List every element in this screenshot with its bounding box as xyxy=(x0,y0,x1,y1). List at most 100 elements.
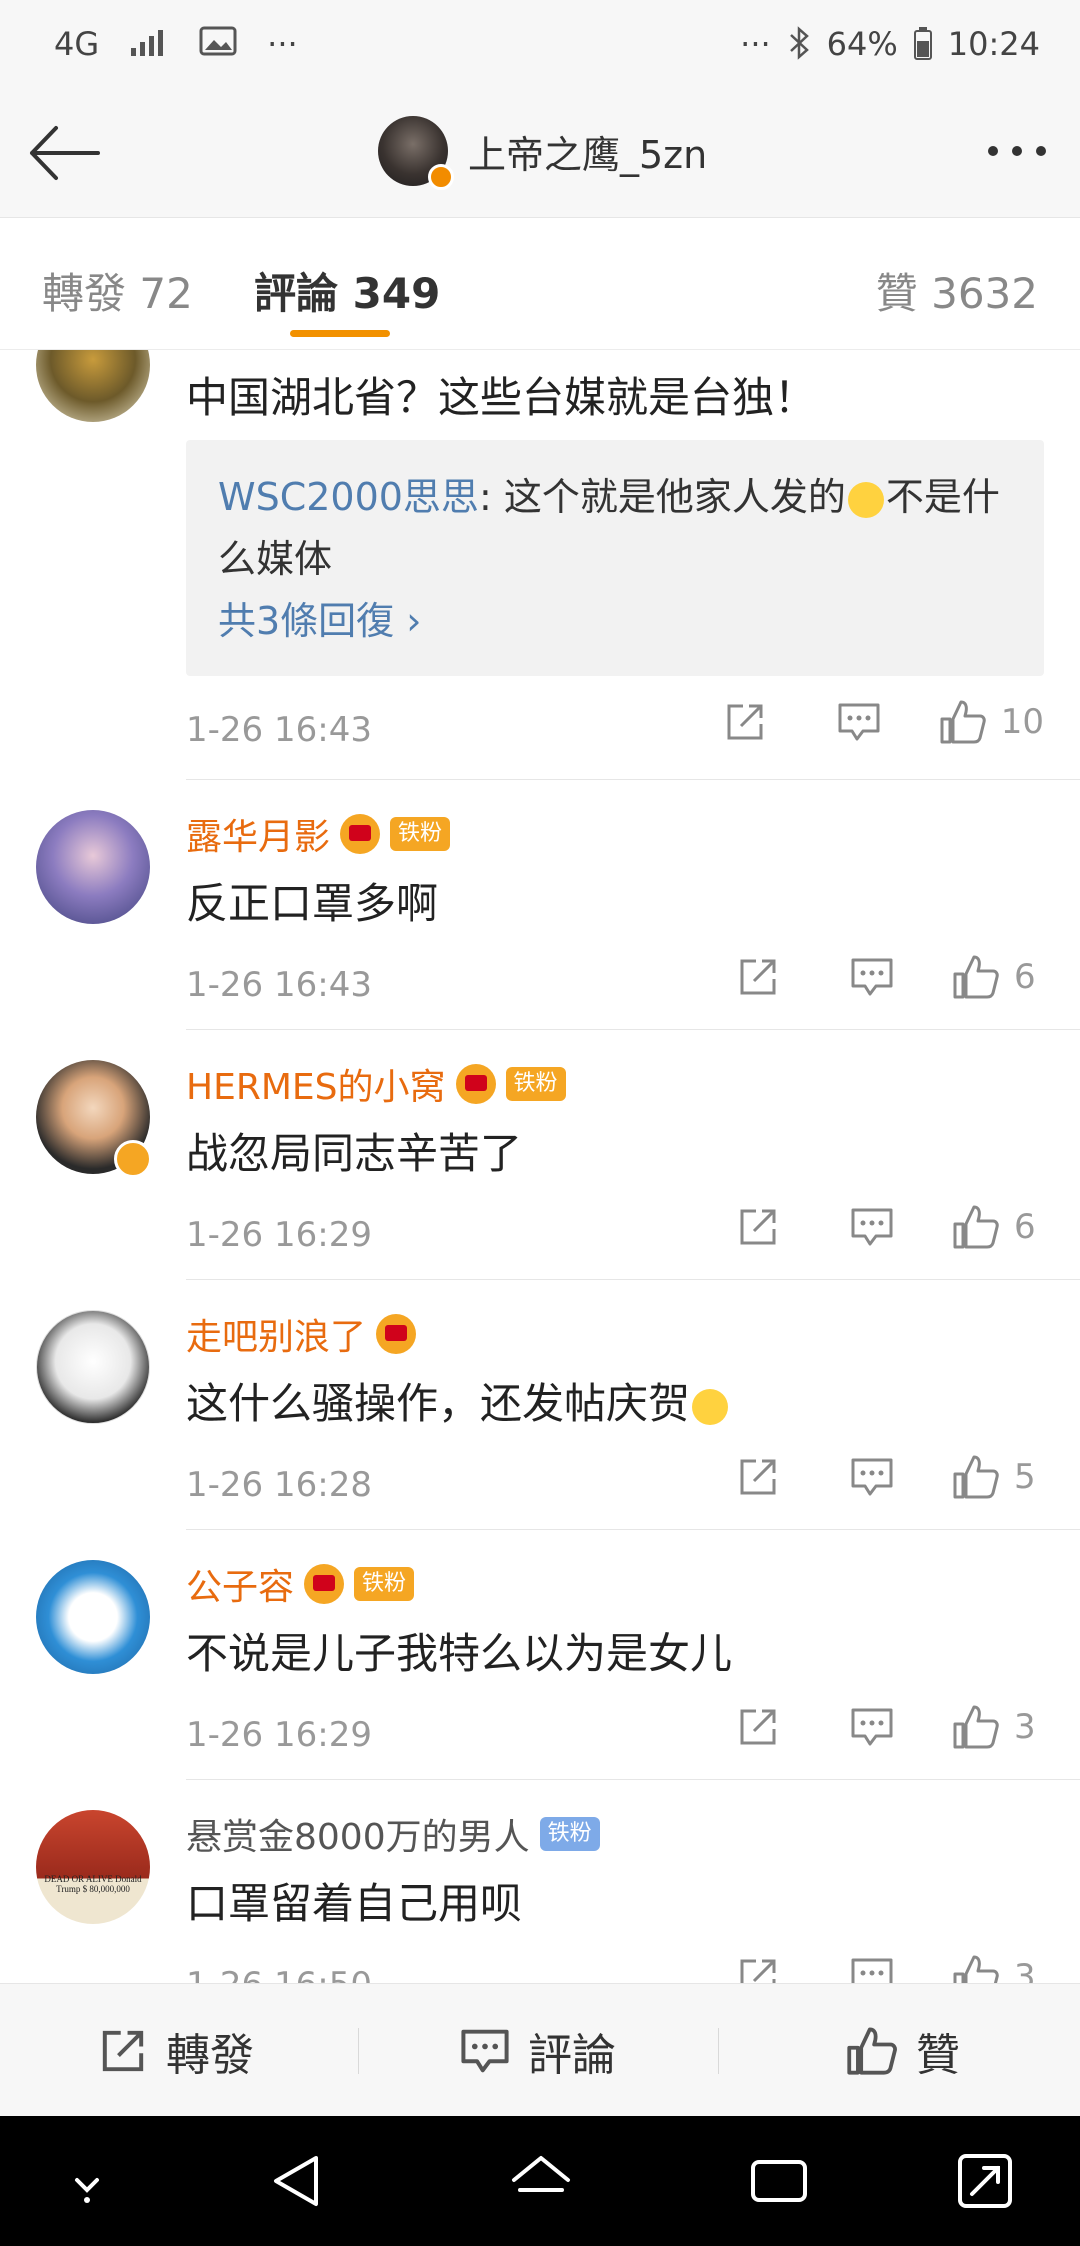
reply-icon[interactable] xyxy=(832,1703,912,1751)
username-text: 露华月影 xyxy=(186,817,331,858)
tab-likes[interactable]: 贊 3632 xyxy=(876,260,1038,321)
divider xyxy=(718,2028,719,2074)
avatar[interactable] xyxy=(36,1310,150,1424)
comment-time: 1-26 16:28 xyxy=(186,1465,372,1505)
like-icon[interactable] xyxy=(946,1203,1006,1251)
header-user[interactable]: 上帝之鹰_5zn xyxy=(378,116,707,190)
like-count: 6 xyxy=(1014,957,1036,997)
comment-text: 这什么骚操作，还发帖庆贺 xyxy=(186,1370,730,1431)
laughing-emoji-icon xyxy=(692,1388,729,1425)
active-tab-indicator xyxy=(290,330,390,337)
hide-keyboard-icon[interactable] xyxy=(52,2150,122,2212)
comment-username[interactable]: 公子容 铁粉 xyxy=(186,1558,415,1610)
repost-label: 轉發 xyxy=(166,2029,254,2081)
comment-item: 中国湖北省？这些台媒就是台独！ WSC2000思思: 这个就是他家人发的 不是什么… xyxy=(0,350,1080,780)
avatar[interactable] xyxy=(36,1560,150,1674)
share-icon[interactable] xyxy=(705,698,785,746)
like-icon[interactable] xyxy=(933,698,993,746)
like-icon[interactable] xyxy=(946,953,1006,1001)
crown-icon xyxy=(376,1314,417,1354)
comment-item: HERMES的小窝 铁粉 战忽局同志辛苦了 1-26 16:29 6 xyxy=(0,1030,1080,1280)
battery-icon xyxy=(913,26,932,62)
avatar[interactable] xyxy=(378,116,454,190)
like-count: 6 xyxy=(1014,1207,1036,1247)
divider xyxy=(358,2028,359,2074)
repost-button[interactable]: 轉發 xyxy=(98,1984,254,2117)
comment-list[interactable]: 中国湖北省？这些台媒就是台独！ WSC2000思思: 这个就是他家人发的 不是什么… xyxy=(0,350,1080,1983)
bottom-action-bar: 轉發 評論 贊 xyxy=(0,1983,1080,2116)
view-replies-link[interactable]: 共3條回復 › xyxy=(218,599,421,643)
share-icon[interactable] xyxy=(718,1453,798,1501)
like-label: 贊 xyxy=(916,2029,960,2081)
network-type: 4G xyxy=(54,25,100,63)
comment-actions: 6 xyxy=(684,953,1044,1001)
comment-username[interactable]: 走吧别浪了 xyxy=(186,1308,417,1360)
recents-nav-icon[interactable] xyxy=(744,2150,814,2212)
fan-badge: 铁粉 xyxy=(354,1567,415,1601)
reply-icon[interactable] xyxy=(832,1203,912,1251)
overflow-icon: ··· xyxy=(740,25,771,63)
avatar[interactable] xyxy=(36,810,150,924)
share-icon[interactable] xyxy=(718,1953,798,1983)
comment-time: 1-26 16:43 xyxy=(186,710,372,750)
comment-item: DEAD OR ALIVE Donald Trump $ 80,000,000 … xyxy=(0,1780,1080,1983)
more-options-icon[interactable] xyxy=(988,146,1046,156)
avatar[interactable] xyxy=(36,350,150,422)
verified-badge-icon xyxy=(428,164,454,190)
clock: 10:24 xyxy=(947,25,1040,63)
comment-time: 1-26 16:50 xyxy=(186,1965,372,1983)
comment-item: 露华月影 铁粉 反正口罩多啊 1-26 16:43 6 xyxy=(0,780,1080,1030)
expand-screen-icon[interactable] xyxy=(952,2150,1022,2212)
reply-box[interactable]: WSC2000思思: 这个就是他家人发的 不是什么媒体 共3條回復 › xyxy=(186,440,1044,676)
reply-icon[interactable] xyxy=(832,1453,912,1501)
like-icon[interactable] xyxy=(946,1953,1006,1983)
reply-username[interactable]: WSC2000思思 xyxy=(218,475,479,519)
username-text: 公子容 xyxy=(186,1567,295,1608)
comment-username[interactable]: HERMES的小窝 铁粉 xyxy=(186,1058,566,1110)
like-icon[interactable] xyxy=(946,1453,1006,1501)
like-count: 3 xyxy=(1014,1707,1036,1747)
comment-username[interactable]: 悬赏金8000万的男人 铁粉 xyxy=(186,1808,600,1860)
comment-text: 口罩留着自己用呗 xyxy=(186,1879,523,1928)
comment-actions: 10 xyxy=(671,698,1044,746)
share-icon[interactable] xyxy=(718,1703,798,1751)
comment-username[interactable]: 露华月影 铁粉 xyxy=(186,808,451,860)
comment-item: 公子容 铁粉 不说是儿子我特么以为是女儿 1-26 16:29 3 xyxy=(0,1530,1080,1780)
comment-text: 战忽局同志辛苦了 xyxy=(186,1129,523,1178)
like-icon[interactable] xyxy=(946,1703,1006,1751)
bluetooth-icon xyxy=(787,26,811,62)
comment-text: 反正口罩多啊 xyxy=(186,879,439,928)
back-nav-icon[interactable] xyxy=(264,2150,334,2212)
reply-icon[interactable] xyxy=(832,1953,912,1983)
share-icon xyxy=(102,2030,144,2071)
back-arrow-icon[interactable] xyxy=(26,118,106,188)
tab-comments[interactable]: 評論 349 xyxy=(254,260,440,321)
comment-time: 1-26 16:29 xyxy=(186,1715,372,1755)
like-button[interactable]: 贊 xyxy=(846,1984,960,2117)
image-icon xyxy=(199,26,237,62)
comment-text: 中国湖北省？这些台媒就是台独！ xyxy=(186,373,817,422)
avatar[interactable]: DEAD OR ALIVE Donald Trump $ 80,000,000 xyxy=(36,1810,150,1924)
signal-icon xyxy=(129,26,169,62)
fan-badge: 铁粉 xyxy=(390,817,451,851)
comment-actions: 3 xyxy=(684,1953,1044,1983)
username-text: HERMES的小窝 xyxy=(186,1067,446,1108)
comment-text-body: 这什么骚操作，还发帖庆贺 xyxy=(186,1379,691,1428)
comment-button[interactable]: 評論 xyxy=(460,1984,1080,2117)
share-icon[interactable] xyxy=(718,953,798,1001)
comment-actions: 3 xyxy=(684,1703,1044,1751)
share-icon[interactable] xyxy=(718,1203,798,1251)
username-text: 悬赏金8000万的男人 xyxy=(186,1817,530,1858)
home-nav-icon[interactable] xyxy=(506,2150,576,2212)
like-count: 10 xyxy=(1000,702,1044,742)
fan-badge: 铁粉 xyxy=(539,1817,600,1851)
like-count: 3 xyxy=(1014,1957,1036,1983)
comment-time: 1-26 16:43 xyxy=(186,965,372,1005)
comment-actions: 5 xyxy=(684,1453,1044,1501)
status-bar: 4G ··· ··· 64% 10:24 xyxy=(0,0,1080,88)
reply-icon[interactable] xyxy=(819,698,899,746)
comment-icon xyxy=(461,2029,509,2072)
tab-repost[interactable]: 轉發 72 xyxy=(42,260,193,321)
reply-icon[interactable] xyxy=(832,953,912,1001)
verified-badge-icon xyxy=(114,1140,152,1178)
